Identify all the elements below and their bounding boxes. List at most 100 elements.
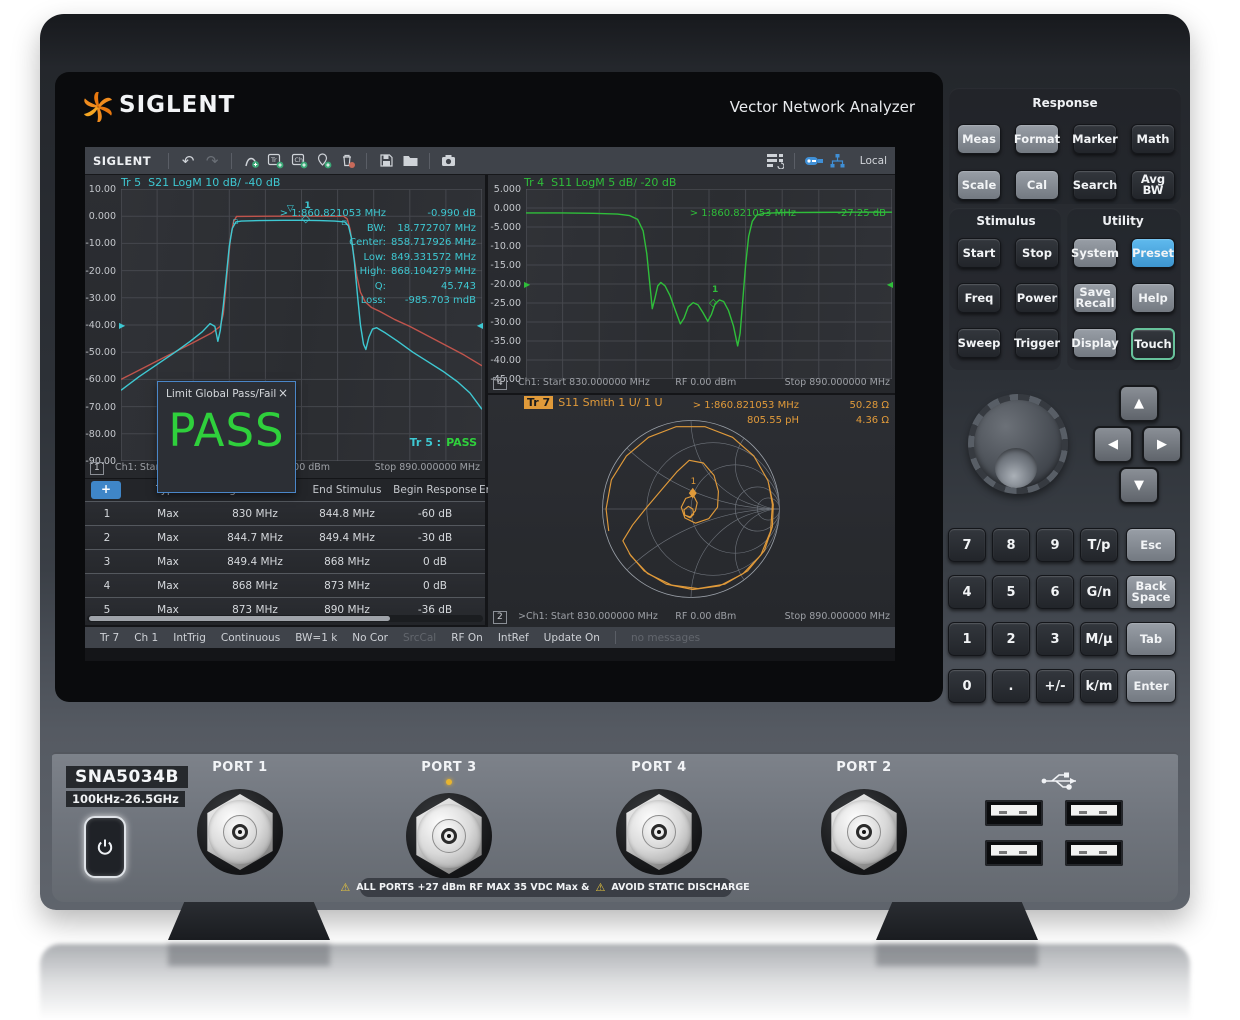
key-[interactable]: . xyxy=(992,669,1030,703)
key-5[interactable]: 5 xyxy=(992,575,1030,609)
key-8[interactable]: 8 xyxy=(992,528,1030,562)
status-no-cor[interactable]: No Cor xyxy=(352,632,388,644)
key-format[interactable]: Format xyxy=(1015,124,1059,154)
screenshot-icon[interactable] xyxy=(437,151,461,171)
display-layout-icon[interactable] xyxy=(763,151,787,171)
key-display[interactable]: Display xyxy=(1073,328,1117,358)
key-[interactable]: +/- xyxy=(1036,669,1074,703)
status-srccal[interactable]: SrcCal xyxy=(403,632,436,644)
limit-table-row[interactable]: 3Max849.4 MHz868 MHz0 dB xyxy=(85,549,485,573)
key-touch[interactable]: Touch xyxy=(1131,328,1175,360)
arrow-down-button[interactable]: ▼ xyxy=(1119,467,1159,504)
key-stop[interactable]: Stop xyxy=(1015,238,1059,268)
status-bw-1-k[interactable]: BW=1 k xyxy=(295,632,337,644)
key-t-p[interactable]: T/p xyxy=(1080,528,1118,562)
key-m[interactable]: M/μ xyxy=(1080,622,1118,656)
usb-port[interactable] xyxy=(1065,800,1123,826)
usb-icon xyxy=(802,151,826,171)
key-search[interactable]: Search xyxy=(1073,170,1117,200)
close-icon[interactable]: × xyxy=(278,386,288,400)
tr7-header[interactable]: Tr 7S11 Smith 1 U/ 1 U xyxy=(524,396,663,409)
rf-port-port-2[interactable]: PORT 2 xyxy=(804,760,924,875)
key-sweep[interactable]: Sweep xyxy=(957,328,1001,358)
key-scale[interactable]: Scale xyxy=(957,170,1001,200)
status-inttrig[interactable]: IntTrig xyxy=(173,632,206,644)
usb-port[interactable] xyxy=(985,800,1043,826)
key-9[interactable]: 9 xyxy=(1036,528,1074,562)
rf-port-port-1[interactable]: PORT 1 xyxy=(180,760,300,875)
limit-table-row[interactable]: 4Max868 MHz873 MHz0 dB xyxy=(85,573,485,597)
key-power[interactable]: Power xyxy=(1015,283,1059,313)
key-meas[interactable]: Meas xyxy=(957,124,1001,154)
key-6[interactable]: 6 xyxy=(1036,575,1074,609)
key-preset[interactable]: Preset xyxy=(1131,238,1175,268)
key-enter[interactable]: Enter xyxy=(1126,669,1176,703)
rf-port-port-3[interactable]: PORT 3 xyxy=(389,760,509,879)
arrow-up-button[interactable]: ▲ xyxy=(1119,385,1159,422)
add-marker-icon[interactable] xyxy=(311,151,335,171)
status-continuous[interactable]: Continuous xyxy=(221,632,280,644)
add-trace-icon[interactable]: Tr xyxy=(263,151,287,171)
n-connector[interactable] xyxy=(616,789,702,875)
key-g-n[interactable]: G/n xyxy=(1080,575,1118,609)
limit-table[interactable]: + TypeBegin StimulusEnd StimulusBegin Re… xyxy=(85,479,485,625)
key-avg-bw[interactable]: AvgBW xyxy=(1131,170,1175,200)
delete-icon[interactable] xyxy=(335,151,359,171)
power-button[interactable] xyxy=(84,816,126,878)
key-esc[interactable]: Esc xyxy=(1126,528,1176,562)
key-0[interactable]: 0 xyxy=(948,669,986,703)
key-system[interactable]: System xyxy=(1073,238,1117,268)
key-2[interactable]: 2 xyxy=(992,622,1030,656)
usb-port[interactable] xyxy=(1065,840,1123,866)
tr5-header[interactable]: Tr 5 S21 LogM 10 dB/ -40 dB xyxy=(121,176,280,189)
status-tr-7[interactable]: Tr 7 xyxy=(100,632,119,644)
n-connector[interactable] xyxy=(197,789,283,875)
key-freq[interactable]: Freq xyxy=(957,283,1001,313)
key-cal[interactable]: Cal xyxy=(1015,170,1059,200)
status-update-on[interactable]: Update On xyxy=(544,632,600,644)
key-start[interactable]: Start xyxy=(957,238,1001,268)
tr7-active-chip[interactable]: Tr 7 xyxy=(524,396,553,409)
status-intref[interactable]: IntRef xyxy=(498,632,529,644)
limit-table-scrollbar[interactable] xyxy=(87,615,483,622)
smith-chart[interactable]: 1 xyxy=(599,417,783,601)
key-save-recall[interactable]: SaveRecall xyxy=(1073,283,1117,313)
arrow-right-button[interactable]: ▶ xyxy=(1142,426,1182,463)
key-tab[interactable]: Tab xyxy=(1126,622,1176,656)
rf-port-port-4[interactable]: PORT 4 xyxy=(599,760,719,875)
utility-group-label: Utility xyxy=(1071,214,1175,228)
arrow-left-button[interactable]: ◀ xyxy=(1093,426,1133,463)
n-connector[interactable] xyxy=(821,789,907,875)
key-marker[interactable]: Marker xyxy=(1073,124,1117,154)
key-k-m[interactable]: k/m xyxy=(1080,669,1118,703)
key-4[interactable]: 4 xyxy=(948,575,986,609)
status-rf-on[interactable]: RF On xyxy=(451,632,483,644)
limit-cell: 849.4 MHz xyxy=(207,556,303,568)
usb-port[interactable] xyxy=(985,840,1043,866)
key-7[interactable]: 7 xyxy=(948,528,986,562)
open-file-icon[interactable] xyxy=(398,151,422,171)
undo-icon[interactable]: ↶ xyxy=(176,151,200,171)
key-1[interactable]: 1 xyxy=(948,622,986,656)
n-connector[interactable] xyxy=(406,793,492,879)
key-3[interactable]: 3 xyxy=(1036,622,1074,656)
auto-scale-icon[interactable] xyxy=(239,151,263,171)
key-back-space[interactable]: BackSpace xyxy=(1126,575,1176,609)
save-icon[interactable] xyxy=(374,151,398,171)
chart-panel-smith[interactable]: Tr 7S11 Smith 1 U/ 1 U > 1:860.821053 MH… xyxy=(488,395,895,627)
key-math[interactable]: Math xyxy=(1131,124,1175,154)
redo-icon[interactable]: ↷ xyxy=(200,151,224,171)
status-ch-1[interactable]: Ch 1 xyxy=(134,632,158,644)
key-help[interactable]: Help xyxy=(1131,283,1175,313)
add-channel-icon[interactable]: Ch xyxy=(287,151,311,171)
tr4-header[interactable]: Tr 4 S11 LogM 5 dB/ -20 dB xyxy=(524,176,676,189)
touchscreen-display[interactable]: SIGLENT ↶ ↷ Tr Ch xyxy=(85,147,895,661)
local-mode-label[interactable]: Local xyxy=(860,155,887,167)
key-trigger[interactable]: Trigger xyxy=(1015,328,1059,358)
chart-panel-tr4[interactable]: Tr 4 S11 LogM 5 dB/ -20 dB 5.0000.000-5.… xyxy=(488,175,895,393)
tr4-plot-area[interactable]: > 1:860.821053 MHz-27.25 dB ◇1▶◀ xyxy=(526,189,892,379)
limit-table-row[interactable]: 2Max844.7 MHz849.4 MHz-30 dB xyxy=(85,525,485,549)
limit-table-row[interactable]: 1Max830 MHz844.8 MHz-60 dB xyxy=(85,501,485,525)
limit-passfail-dialog[interactable]: Limit Global Pass/Fail × PASS xyxy=(157,381,296,493)
scrollbar-thumb[interactable] xyxy=(89,616,390,621)
